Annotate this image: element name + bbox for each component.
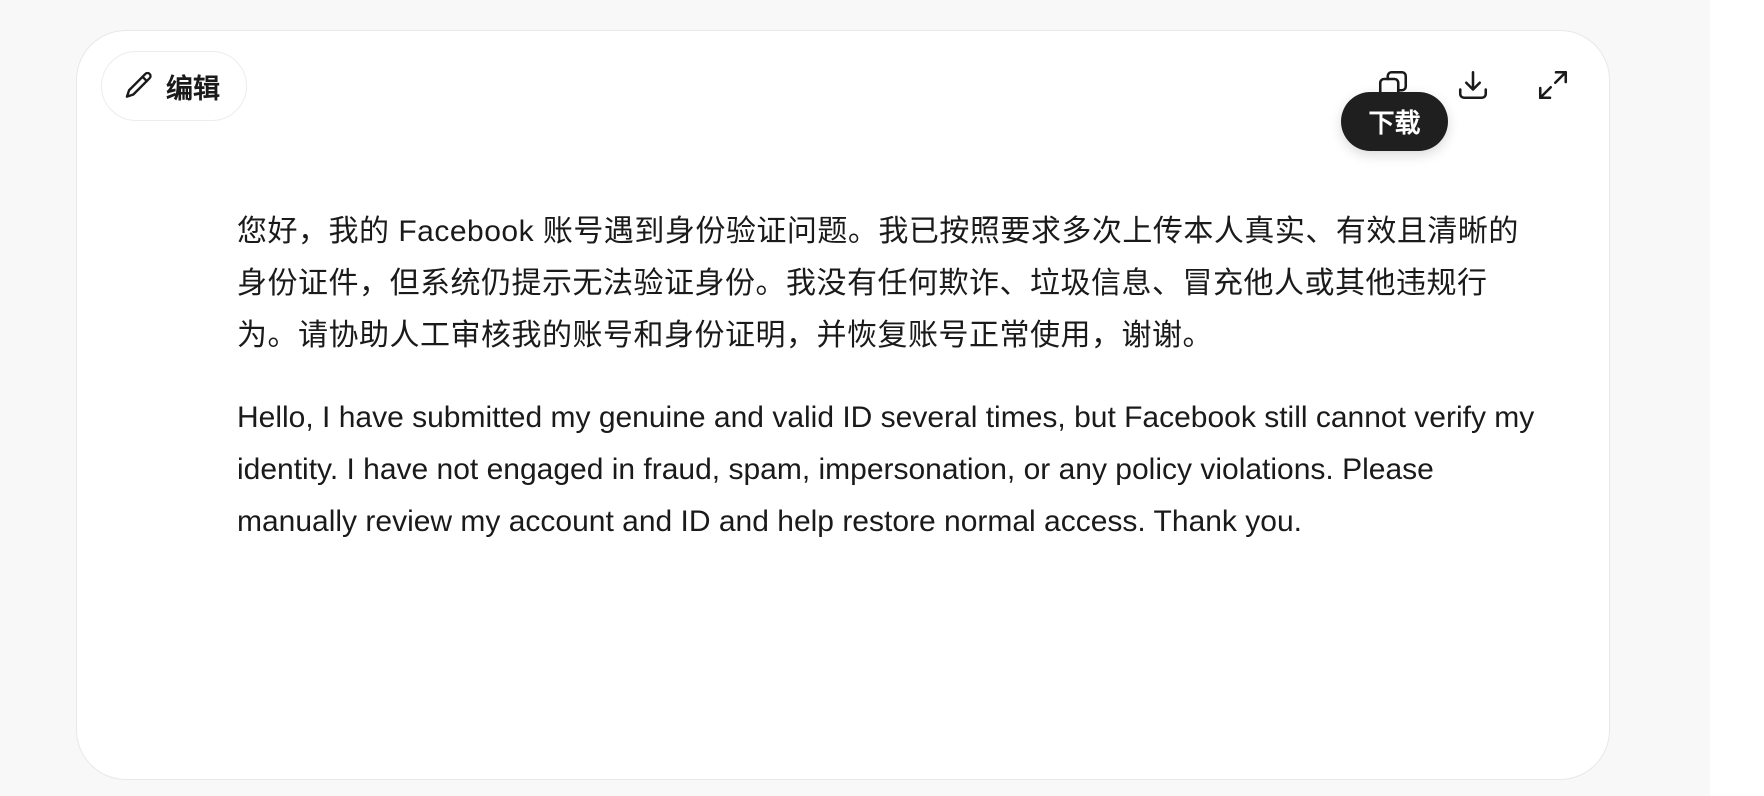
pencil-icon <box>122 69 156 103</box>
download-icon <box>1455 67 1491 108</box>
edit-button[interactable]: 编辑 <box>101 51 247 121</box>
paragraph-english: Hello, I have submitted my genuine and v… <box>237 401 1535 538</box>
side-panel-edge <box>1710 0 1764 796</box>
expand-button[interactable] <box>1533 67 1573 107</box>
message-content: 您好，我的 Facebook 账号遇到身份验证问题。我已按照要求多次上传本人真实… <box>237 206 1537 548</box>
paragraph-chinese: 您好，我的 Facebook 账号遇到身份验证问题。我已按照要求多次上传本人真实… <box>237 215 1519 352</box>
expand-icon <box>1535 67 1571 108</box>
edit-button-label: 编辑 <box>166 73 220 104</box>
download-button[interactable] <box>1453 67 1493 107</box>
download-tooltip: 下载 <box>1341 92 1448 151</box>
